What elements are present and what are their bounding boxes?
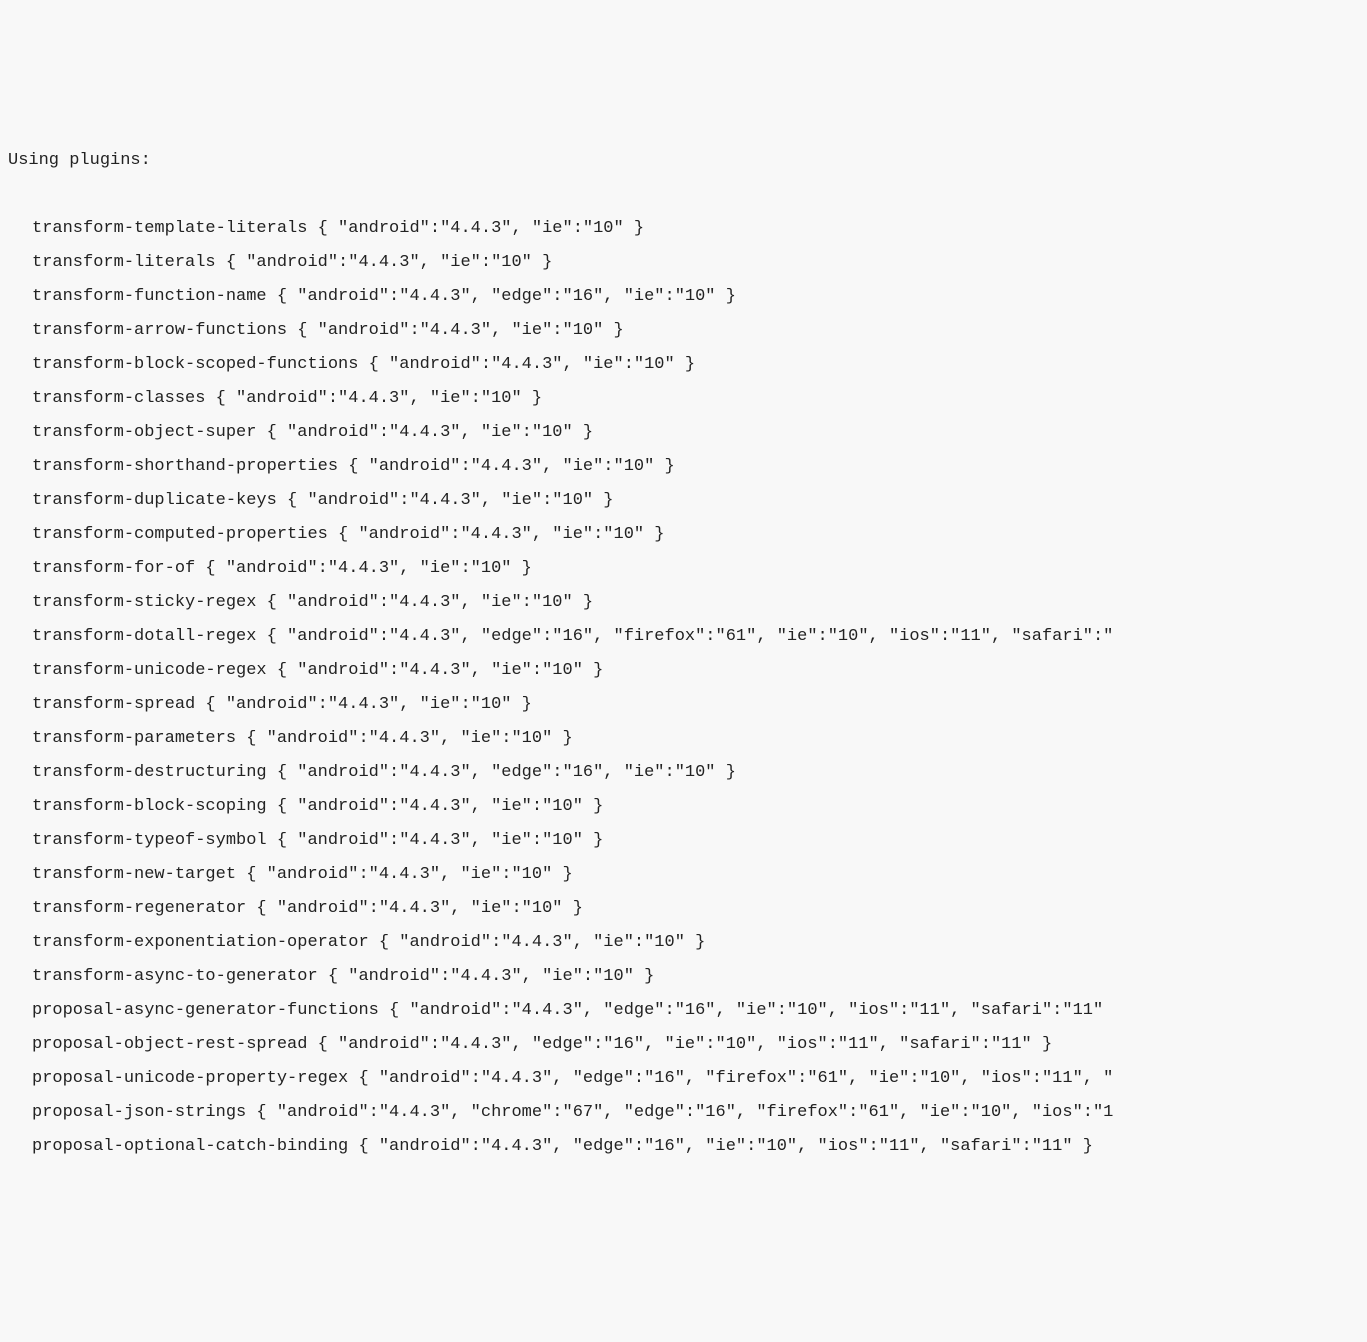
plugin-line: transform-block-scoping { "android":"4.4…: [8, 790, 1359, 824]
plugin-line: transform-async-to-generator { "android"…: [8, 960, 1359, 994]
plugin-line: transform-spread { "android":"4.4.3", "i…: [8, 688, 1359, 722]
plugin-line: transform-new-target { "android":"4.4.3"…: [8, 858, 1359, 892]
plugin-line: proposal-unicode-property-regex { "andro…: [8, 1062, 1359, 1096]
plugin-line: transform-exponentiation-operator { "and…: [8, 926, 1359, 960]
plugin-line: transform-parameters { "android":"4.4.3"…: [8, 722, 1359, 756]
plugin-line: transform-template-literals { "android":…: [8, 212, 1359, 246]
plugin-line: proposal-object-rest-spread { "android":…: [8, 1028, 1359, 1062]
plugin-line: transform-shorthand-properties { "androi…: [8, 450, 1359, 484]
plugin-line: transform-dotall-regex { "android":"4.4.…: [8, 620, 1359, 654]
plugin-line: proposal-async-generator-functions { "an…: [8, 994, 1359, 1028]
plugin-line: transform-regenerator { "android":"4.4.3…: [8, 892, 1359, 926]
plugin-line: transform-sticky-regex { "android":"4.4.…: [8, 586, 1359, 620]
plugin-line: transform-typeof-symbol { "android":"4.4…: [8, 824, 1359, 858]
plugin-line: transform-classes { "android":"4.4.3", "…: [8, 382, 1359, 416]
plugin-line: proposal-optional-catch-binding { "andro…: [8, 1130, 1359, 1164]
output-header: Using plugins:: [8, 144, 1359, 178]
plugin-line: transform-arrow-functions { "android":"4…: [8, 314, 1359, 348]
plugin-line: transform-destructuring { "android":"4.4…: [8, 756, 1359, 790]
plugin-line: transform-function-name { "android":"4.4…: [8, 280, 1359, 314]
plugin-list: transform-template-literals { "android":…: [8, 212, 1359, 1164]
plugin-line: proposal-json-strings { "android":"4.4.3…: [8, 1096, 1359, 1130]
plugin-line: transform-for-of { "android":"4.4.3", "i…: [8, 552, 1359, 586]
plugin-line: transform-unicode-regex { "android":"4.4…: [8, 654, 1359, 688]
plugin-line: transform-block-scoped-functions { "andr…: [8, 348, 1359, 382]
plugin-line: transform-duplicate-keys { "android":"4.…: [8, 484, 1359, 518]
plugin-line: transform-literals { "android":"4.4.3", …: [8, 246, 1359, 280]
plugin-line: transform-object-super { "android":"4.4.…: [8, 416, 1359, 450]
plugin-line: transform-computed-properties { "android…: [8, 518, 1359, 552]
